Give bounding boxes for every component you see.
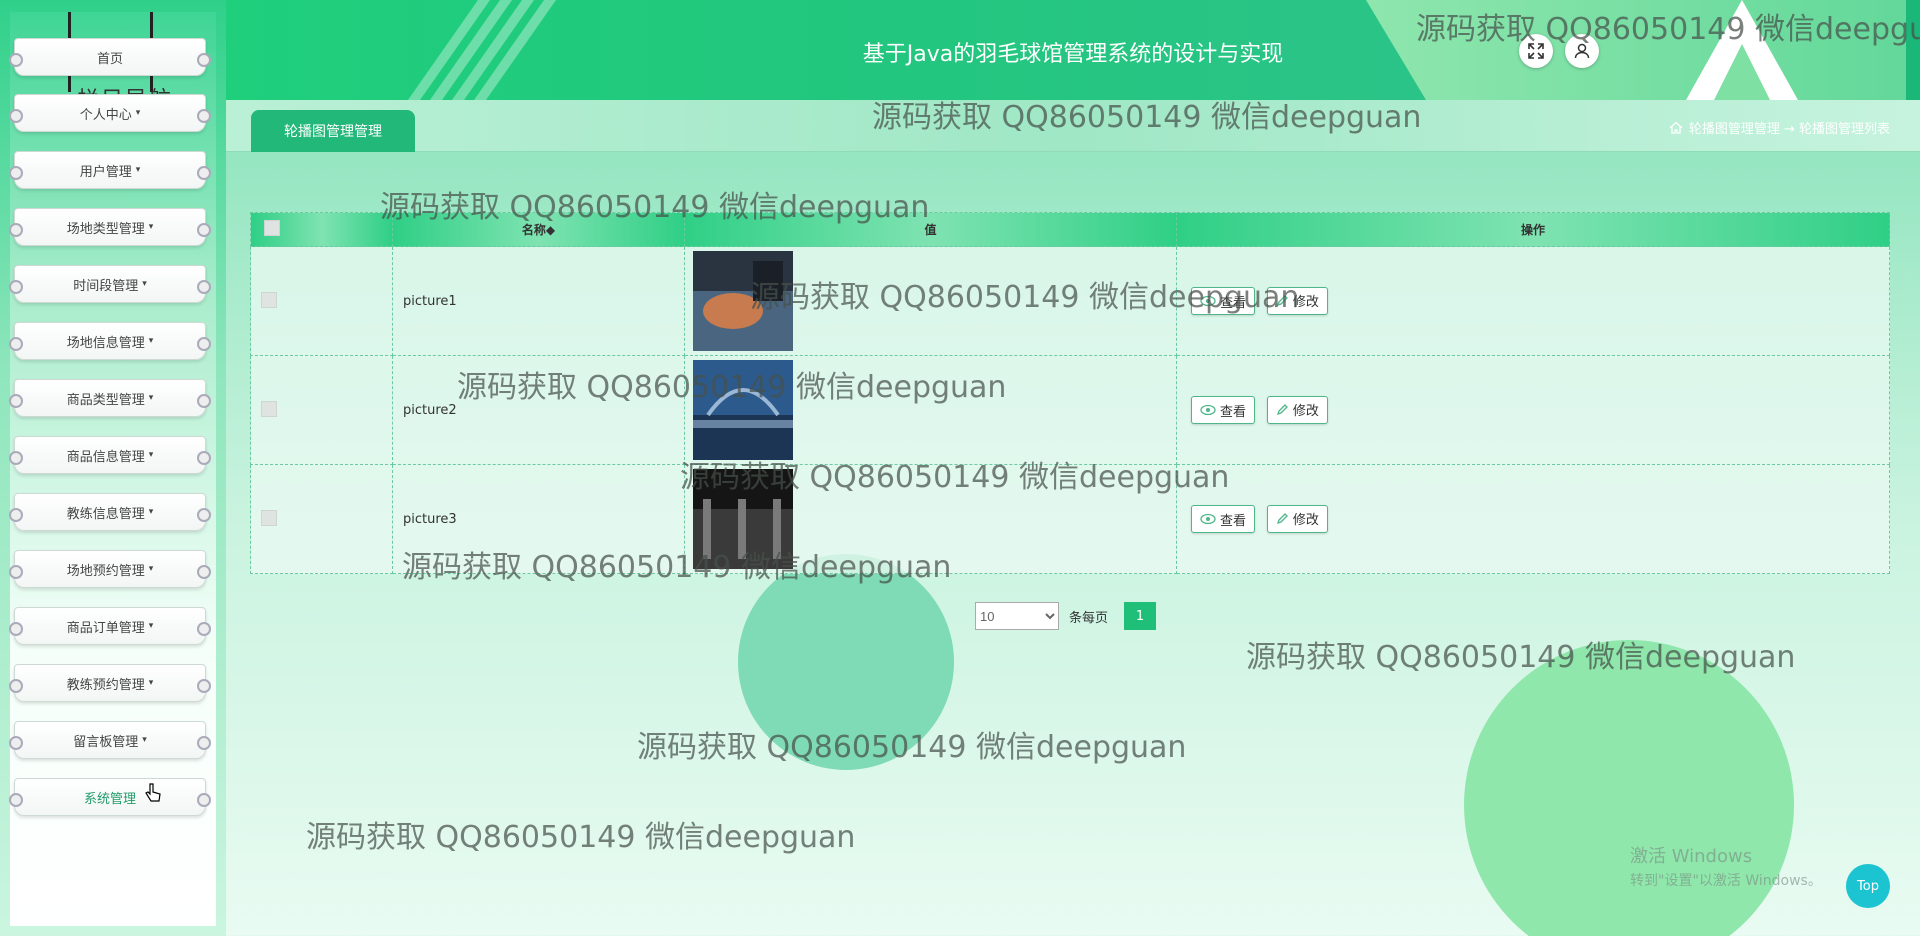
nav-item-user-management[interactable]: 用户管理 ▾ — [9, 151, 211, 189]
caret-down-icon: ▾ — [148, 621, 154, 631]
edit-button[interactable]: 修改 — [1266, 504, 1328, 533]
watermark: 源码获取 QQ86050149 微信deepguan — [380, 190, 930, 225]
nav-item-label: 留言板管理 — [73, 734, 139, 750]
breadcrumb: 轮播图管理管理 → 轮播图管理列表 — [1669, 118, 1890, 137]
view-button[interactable]: 查看 — [1191, 505, 1256, 534]
nav-item-venue-info[interactable]: 场地信息管理 ▾ — [9, 322, 211, 360]
row-checkbox[interactable] — [261, 509, 277, 526]
row-checkbox-cell — [250, 246, 393, 356]
row-checkbox-cell — [250, 355, 393, 465]
nav-item-goods-type[interactable]: 商品类型管理 ▾ — [9, 379, 211, 417]
sidebar: 栏目导航 首页 个人中心▾ 用户管理▾ 场地类型管理▾ 时间段管理▾ 场地信息管… — [0, 0, 226, 936]
nav-item-label: 场地预约管理 — [66, 563, 145, 579]
activation-subtitle: 转到"设置"以激活 Windows。 — [1630, 873, 1822, 889]
per-page-label: 条每页 — [1069, 610, 1109, 626]
home-icon — [1669, 121, 1683, 134]
nav-item-label: 首页 — [96, 51, 123, 67]
hand-cursor-icon — [145, 783, 161, 802]
page-size-select[interactable]: 10 — [975, 602, 1059, 630]
edit-button-label: 修改 — [1292, 513, 1319, 529]
caret-down-icon: ▾ — [142, 735, 147, 745]
windows-activation-notice: 激活 Windows 转到"设置"以激活 Windows。 — [1630, 842, 1822, 890]
breadcrumb-text: 轮播图管理管理 → 轮播图管理列表 — [1688, 122, 1890, 137]
nav-item-label: 场地类型管理 — [66, 221, 145, 237]
watermark: 源码获取 QQ86050149 微信deepguan — [637, 730, 1187, 765]
row-name: picture1 — [392, 246, 685, 356]
column-header-actions: 操作 — [1176, 212, 1890, 247]
nav-item-coach-info[interactable]: 教练信息管理 ▾ — [9, 493, 211, 531]
nav-item-label: 教练预约管理 — [66, 677, 145, 693]
select-all-checkbox[interactable] — [263, 220, 280, 236]
caret-down-icon: ▾ — [148, 564, 154, 574]
watermark: 源码获取 QQ86050149 微信deepguan — [1246, 640, 1796, 675]
eye-icon — [1200, 405, 1216, 416]
tab-carousel-management[interactable]: 轮播图管理管理 — [251, 110, 415, 152]
decorative-circle — [1464, 640, 1794, 936]
row-checkbox[interactable] — [261, 400, 277, 417]
watermark: 源码获取 QQ86050149 微信deepguan — [1416, 12, 1920, 47]
nav-item-goods-info[interactable]: 商品信息管理 ▾ — [9, 436, 211, 474]
row-checkbox[interactable] — [261, 291, 277, 308]
caret-down-icon: ▾ — [148, 222, 154, 232]
watermark: 源码获取 QQ86050149 微信deepguan — [750, 280, 1300, 315]
view-button-label: 查看 — [1220, 404, 1247, 420]
edit-button-label: 修改 — [1292, 404, 1319, 420]
caret-down-icon: ▾ — [142, 279, 147, 289]
watermark: 源码获取 QQ86050149 微信deepguan — [402, 550, 952, 585]
nav-item-venue-booking[interactable]: 场地预约管理 ▾ — [9, 550, 211, 588]
page-number-button[interactable]: 1 — [1124, 602, 1157, 630]
eye-icon — [1200, 514, 1216, 525]
caret-down-icon: ▾ — [148, 450, 154, 460]
caret-down-icon: ▾ — [148, 336, 154, 346]
caret-down-icon: ▾ — [135, 108, 141, 118]
row-actions-cell: 查看 修改 — [1176, 464, 1890, 574]
view-button[interactable]: 查看 — [1191, 396, 1256, 425]
system-title: 基于Java的羽毛球馆管理系统的设计与实现 — [862, 42, 1284, 67]
edit-button[interactable]: 修改 — [1266, 395, 1328, 424]
nav-item-label: 商品订单管理 — [66, 620, 145, 636]
nav-item-label: 场地信息管理 — [66, 335, 145, 351]
back-to-top-button[interactable]: Top — [1846, 864, 1890, 908]
pagination: 10 条每页 1 — [975, 602, 1157, 630]
nav-item-system[interactable]: 系统管理 — [9, 778, 211, 816]
row-checkbox-cell — [250, 464, 393, 574]
activation-title: 激活 Windows — [1630, 846, 1753, 867]
watermark: 源码获取 QQ86050149 微信deepguan — [306, 820, 856, 855]
nav-item-label: 系统管理 — [83, 791, 136, 807]
watermark: 源码获取 QQ86050149 微信deepguan — [680, 460, 1230, 495]
nav-item-label: 用户管理 — [79, 164, 132, 180]
watermark: 源码获取 QQ86050149 微信deepguan — [457, 370, 1007, 405]
nav-item-label: 时间段管理 — [73, 278, 139, 294]
nav-item-message-board[interactable]: 留言板管理 ▾ — [9, 721, 211, 759]
nav-item-label: 教练信息管理 — [66, 506, 145, 522]
pencil-icon — [1276, 404, 1288, 416]
caret-down-icon: ▾ — [148, 507, 154, 517]
nav-item-time-slot[interactable]: 时间段管理 ▾ — [9, 265, 211, 303]
nav-item-goods-order[interactable]: 商品订单管理 ▾ — [9, 607, 211, 645]
nav-item-personal-center[interactable]: 个人中心 ▾ — [9, 94, 211, 132]
nav-item-home[interactable]: 首页 — [9, 38, 211, 76]
caret-down-icon: ▾ — [148, 393, 154, 403]
select-all-cell — [250, 212, 393, 247]
watermark: 源码获取 QQ86050149 微信deepguan — [872, 100, 1422, 135]
row-actions-cell: 查看 修改 — [1176, 355, 1890, 465]
caret-down-icon: ▾ — [148, 678, 154, 688]
nav-item-coach-booking[interactable]: 教练预约管理 ▾ — [9, 664, 211, 702]
caret-down-icon: ▾ — [135, 165, 141, 175]
nav-item-label: 商品类型管理 — [66, 392, 145, 408]
nav-item-label: 商品信息管理 — [66, 449, 145, 465]
nav-item-label: 个人中心 — [79, 107, 132, 123]
pencil-icon — [1276, 513, 1288, 525]
view-button-label: 查看 — [1220, 513, 1247, 529]
nav-item-venue-type[interactable]: 场地类型管理 ▾ — [9, 208, 211, 246]
